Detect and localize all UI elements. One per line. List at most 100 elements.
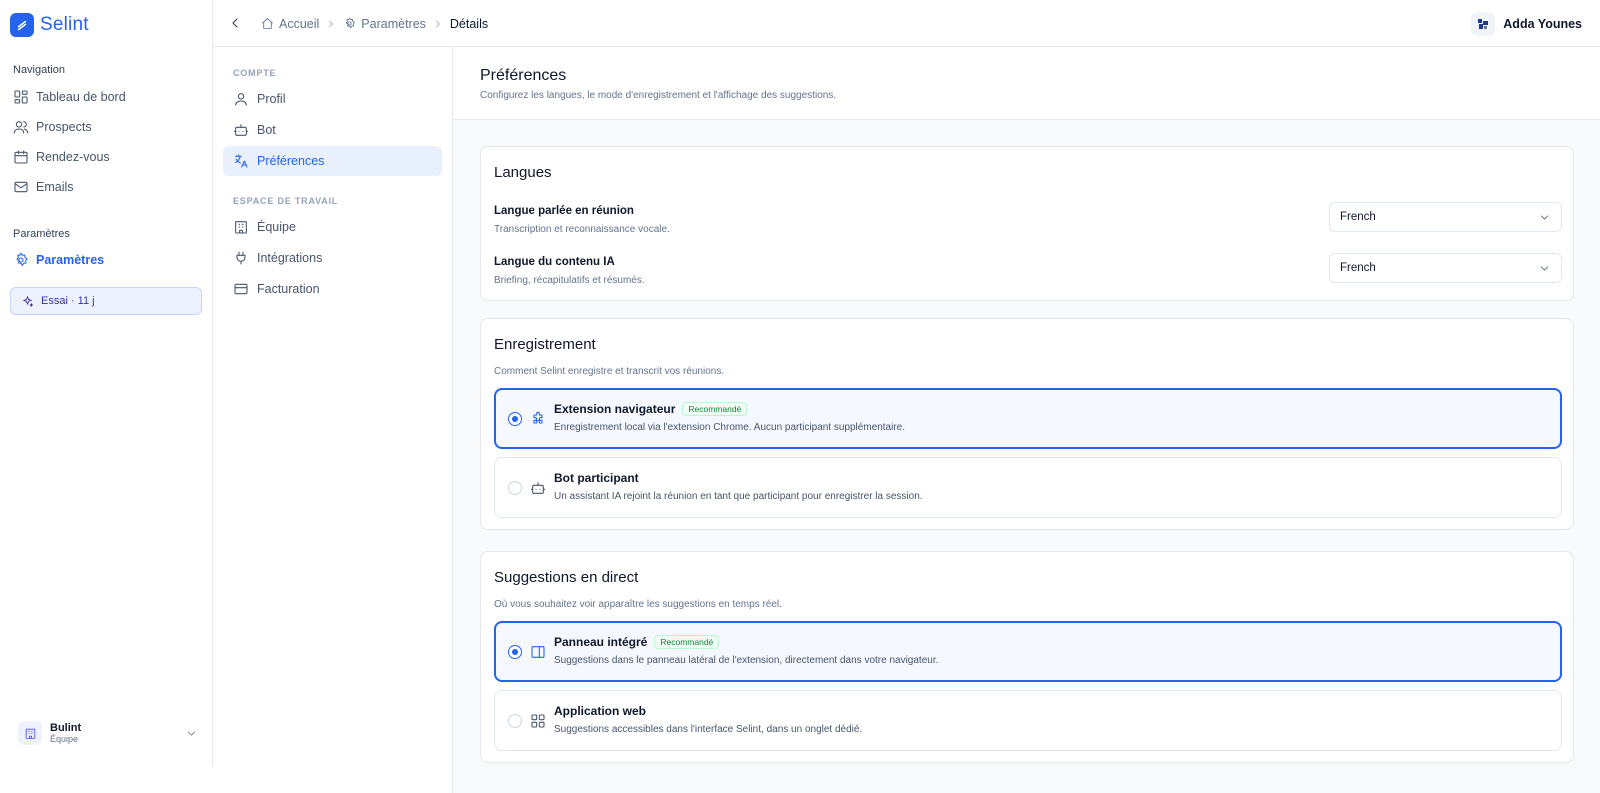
meeting-language-help: Transcription et reconnaissance vocale. [494, 224, 670, 235]
option-description: Un assistant IA rejoint la réunion en ta… [554, 491, 923, 502]
app-logo[interactable]: Selint [10, 13, 89, 37]
calendar-icon [13, 149, 29, 165]
settings-nav-team[interactable]: Équipe [223, 212, 442, 242]
radio-unselected[interactable] [508, 481, 522, 495]
sidebar-item-appointments[interactable]: Rendez-vous [13, 146, 110, 168]
ai-content-language-select[interactable]: French [1329, 253, 1562, 283]
option-title: Bot participant [554, 471, 639, 485]
account-section-label: COMPTE [233, 68, 277, 78]
suggestions-description: Où vous souhaitez voir apparaître les su… [494, 599, 782, 610]
suggestions-card: Suggestions en direct Où vous souhaitez … [480, 551, 1574, 763]
chevron-right-icon [325, 18, 337, 30]
sidebar-item-dashboard[interactable]: Tableau de bord [13, 86, 126, 108]
settings-nav-label: Préférences [257, 154, 325, 168]
recording-title: Enregistrement [494, 336, 596, 353]
option-title: Extension navigateur Recommandé [554, 402, 748, 416]
recording-option-extension[interactable]: Extension navigateur Recommandé Enregist… [494, 388, 1562, 449]
option-title-text: Extension navigateur [554, 402, 676, 416]
gear-icon [13, 252, 29, 268]
plug-icon [233, 250, 249, 266]
recording-card: Enregistrement Comment Selint enregistre… [480, 318, 1574, 530]
sidebar-item-prospects[interactable]: Prospects [13, 116, 92, 138]
bot-icon [233, 122, 249, 138]
nav-section-label: Navigation [13, 64, 65, 76]
settings-nav-integrations[interactable]: Intégrations [223, 243, 442, 273]
grid-icon [530, 713, 546, 729]
settings-nav-profile[interactable]: Profil [223, 84, 442, 114]
meeting-language-select[interactable]: French [1329, 202, 1562, 232]
mail-icon [13, 179, 29, 195]
users-icon [13, 119, 29, 135]
sidebar-item-label: Rendez-vous [36, 150, 110, 164]
radio-unselected[interactable] [508, 714, 522, 728]
breadcrumb-label: Accueil [279, 16, 320, 31]
dashboard-icon [13, 89, 29, 105]
building-icon [24, 727, 37, 740]
radio-selected[interactable] [508, 645, 522, 659]
sidebar-item-emails[interactable]: Emails [13, 176, 74, 198]
avatar [1471, 12, 1496, 36]
chevron-down-icon [1538, 262, 1551, 275]
settings-nav-label: Bot [257, 123, 276, 137]
option-title: Application web [554, 704, 646, 718]
recording-description: Comment Selint enregistre et transcrit v… [494, 366, 725, 377]
suggestions-option-webapp[interactable]: Application web Suggestions accessibles … [494, 690, 1562, 751]
logo-icon [10, 13, 34, 37]
sidebar-item-label: Prospects [36, 120, 92, 134]
settings-section-label: Paramètres [13, 228, 70, 240]
settings-nav-preferences[interactable]: Préférences [223, 146, 442, 176]
sidebar-item-label: Emails [36, 180, 74, 194]
option-description: Enregistrement local via l'extension Chr… [554, 422, 905, 433]
puzzle-icon [530, 411, 546, 427]
settings-nav-bot[interactable]: Bot [223, 115, 442, 145]
chevron-right-icon [432, 18, 444, 30]
ai-content-language-help: Briefing, récapitulatifs et résumés. [494, 275, 645, 286]
languages-title: Langues [494, 164, 552, 181]
option-title: Panneau intégré Recommandé [554, 635, 720, 649]
building-icon [233, 219, 249, 235]
user-icon [233, 91, 249, 107]
settings-nav-label: Profil [257, 92, 286, 106]
breadcrumb-label: Paramètres [361, 16, 426, 31]
settings-nav-label: Intégrations [257, 251, 323, 265]
chevron-down-icon [185, 727, 198, 740]
radio-selected[interactable] [508, 412, 522, 426]
suggestions-option-panel[interactable]: Panneau intégré Recommandé Suggestions d… [494, 621, 1562, 682]
breadcrumb: Accueil Paramètres Détails [261, 0, 488, 47]
settings-nav-label: Équipe [257, 220, 296, 234]
breadcrumb-settings[interactable]: Paramètres [343, 17, 426, 31]
side-panel-icon [530, 644, 546, 660]
sidebar-item-settings[interactable]: Paramètres [13, 249, 104, 271]
team-name: Bulint [50, 721, 82, 734]
home-icon [261, 17, 274, 30]
recommended-badge: Recommandé [654, 635, 720, 649]
option-title-text: Bot participant [554, 471, 639, 485]
suggestions-title: Suggestions en direct [494, 569, 639, 586]
team-switcher[interactable]: Bulint Équipe [18, 719, 198, 747]
page-header: Préférences Configurez les langues, le m… [453, 47, 1600, 120]
translate-icon [233, 153, 249, 169]
settings-nav: COMPTE Profil Bot Préférences ESPACE DE … [213, 47, 453, 793]
trial-label: Essai · 11 j [41, 295, 95, 307]
team-role: Équipe [50, 733, 79, 744]
recommended-badge: Recommandé [682, 402, 748, 416]
recording-option-bot[interactable]: Bot participant Un assistant IA rejoint … [494, 457, 1562, 518]
option-title-text: Application web [554, 704, 647, 718]
gear-icon [343, 17, 356, 30]
user-name: Adda Younes [1503, 17, 1582, 31]
back-arrow-icon[interactable] [227, 15, 243, 31]
breadcrumb-home[interactable]: Accueil [261, 17, 319, 31]
breadcrumb-current: Détails [449, 16, 489, 31]
credit-card-icon [233, 281, 249, 297]
user-menu[interactable]: Adda Younes [1471, 12, 1582, 36]
sparkles-icon [21, 295, 34, 308]
app-name: Selint [40, 14, 89, 35]
team-avatar [18, 721, 42, 745]
option-description: Suggestions dans le panneau latéral de l… [554, 655, 939, 666]
settings-nav-billing[interactable]: Facturation [223, 274, 442, 304]
top-header: Accueil Paramètres Détails Adda Younes [213, 0, 1600, 47]
ai-content-language-label: Langue du contenu IA [494, 256, 615, 268]
trial-badge[interactable]: Essai · 11 j [10, 287, 202, 315]
select-value: French [1340, 262, 1376, 274]
sidebar: Selint Navigation Tableau de bord Prospe… [0, 0, 213, 766]
